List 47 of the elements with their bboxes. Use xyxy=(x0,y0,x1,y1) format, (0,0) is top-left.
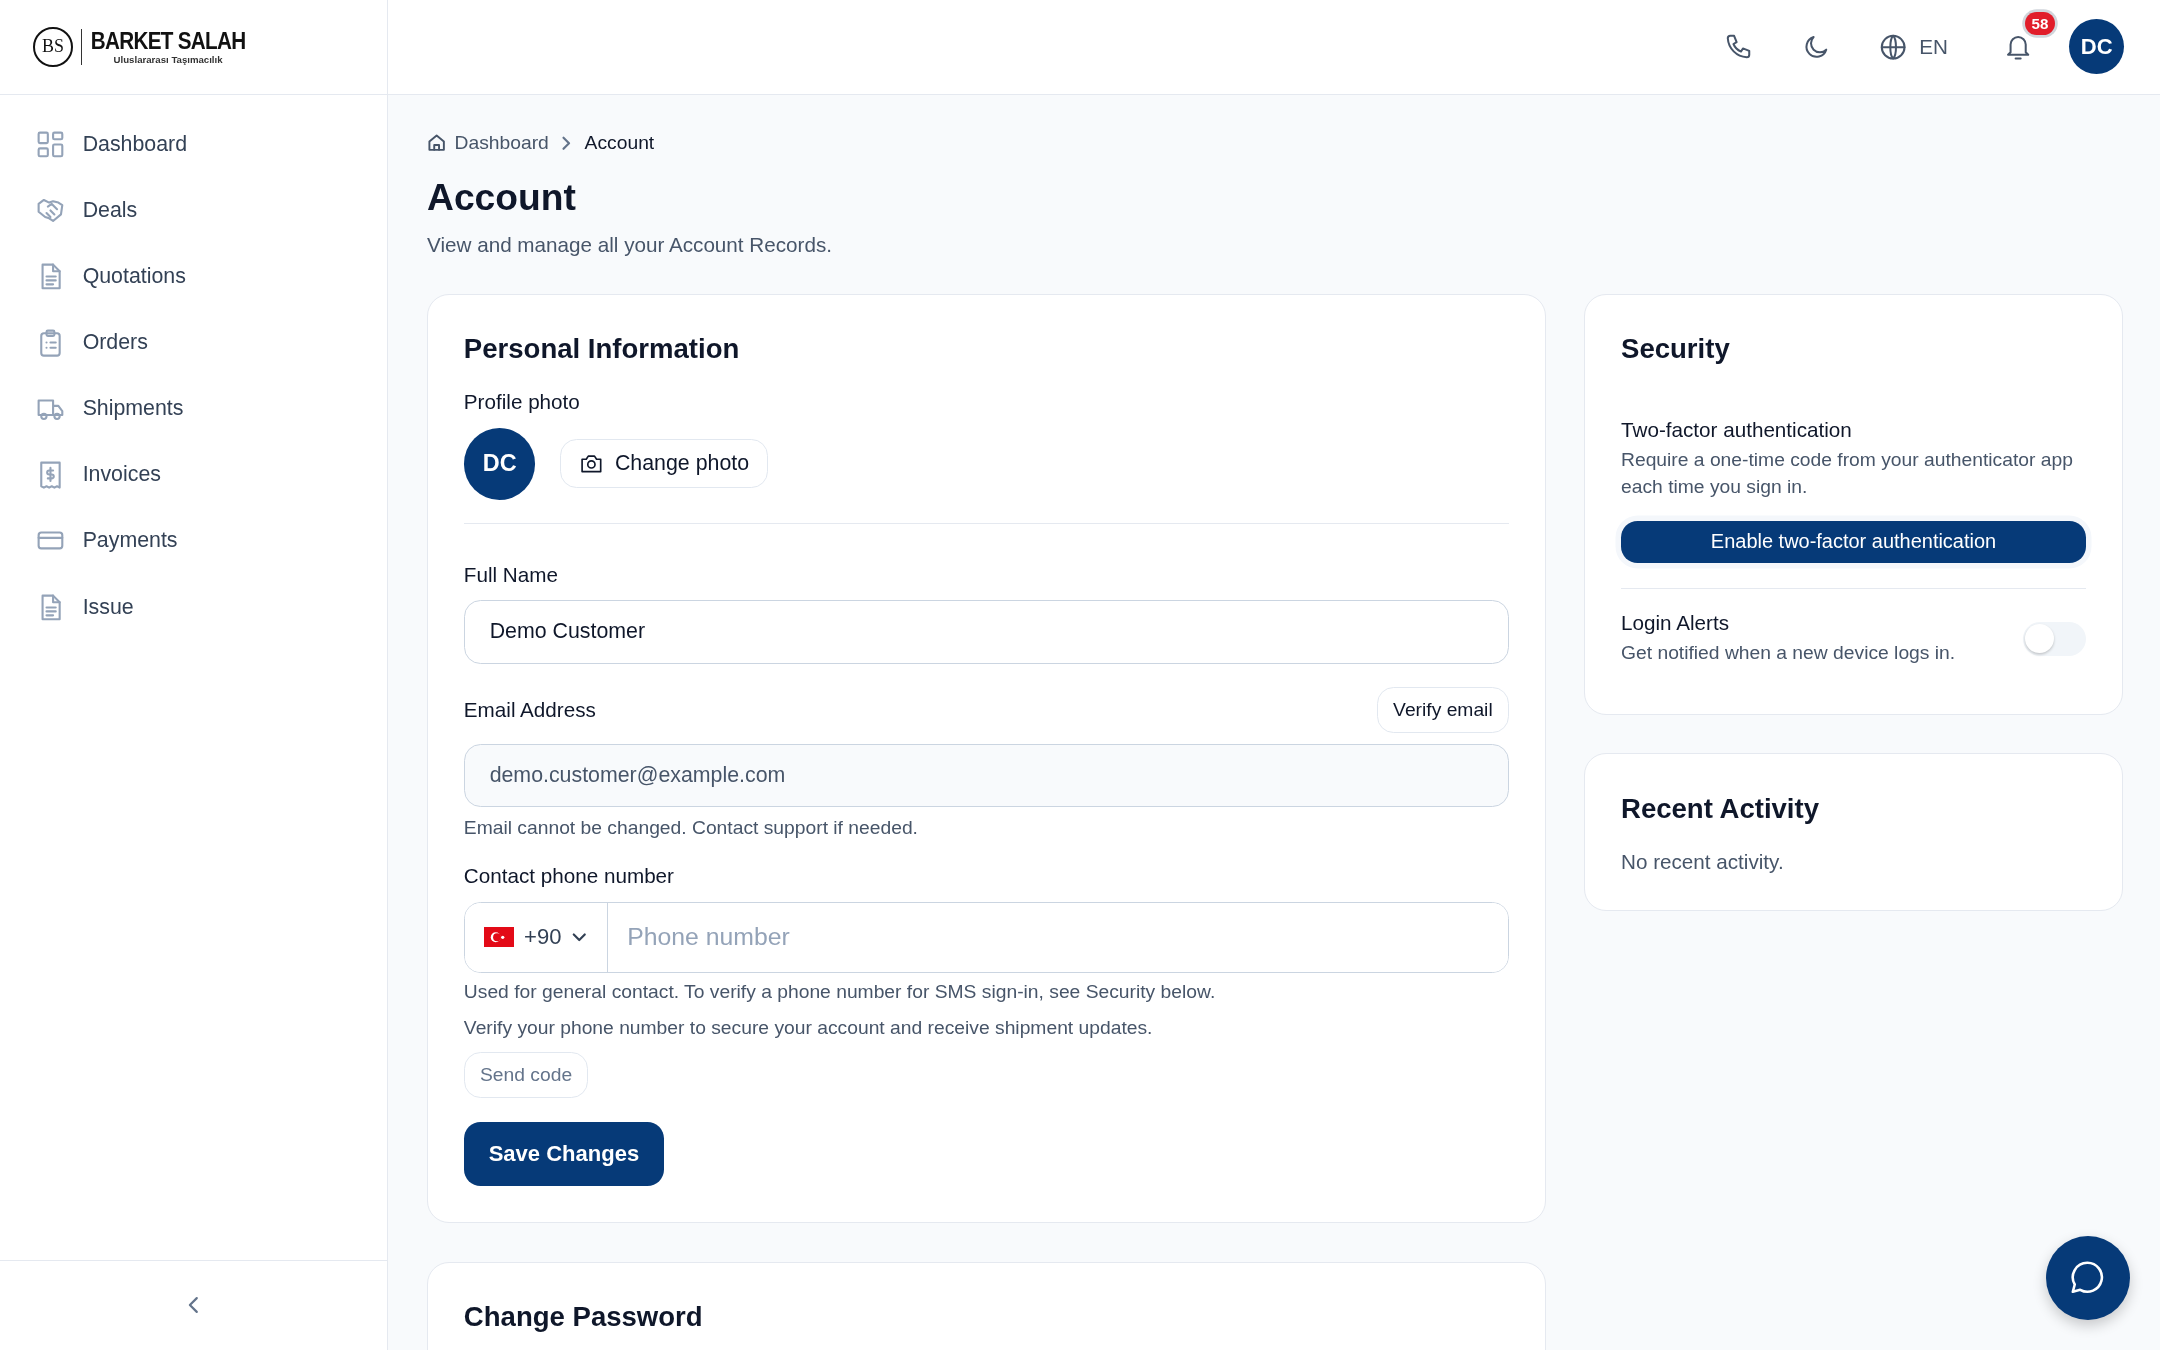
setting-description: Get notified when a new device logs in. xyxy=(1621,641,1956,666)
field-label: Email Address xyxy=(463,698,596,723)
sidebar-item[interactable]: Invoices xyxy=(19,447,369,503)
setting-title: Two-factor authentication xyxy=(1621,417,1853,442)
toggle-switch[interactable] xyxy=(2022,621,2086,657)
sidebar-item[interactable]: Shipments xyxy=(19,381,369,437)
breadcrumb-current: Account xyxy=(584,131,655,154)
card-title: Security xyxy=(1621,333,1731,366)
card-title: Personal Information xyxy=(463,333,741,366)
field-label: Contact phone number xyxy=(463,863,675,888)
change-photo-button[interactable]: Change photo xyxy=(560,439,768,489)
sidebar-item[interactable]: Quotations xyxy=(19,248,369,304)
verify-email-button[interactable]: Verify email xyxy=(1376,687,1509,734)
sidebar-item[interactable]: Issue xyxy=(19,579,369,635)
flag-icon xyxy=(484,926,515,948)
setting-title: Login Alerts xyxy=(1621,610,1730,635)
help-text: Email cannot be changed. Contact support if needed. xyxy=(463,817,919,840)
logo-mark: BS xyxy=(33,26,73,67)
notification-badge: 58 xyxy=(2024,12,2056,35)
sidebar-item[interactable]: Payments xyxy=(19,513,369,569)
home-icon xyxy=(427,133,447,153)
input-field[interactable]: Demo Customer xyxy=(463,600,1509,664)
dashboard-icon xyxy=(35,129,65,159)
country-code-select[interactable]: +90 xyxy=(464,902,608,972)
user-avatar[interactable]: DC xyxy=(2069,19,2125,75)
help-text: Verify your phone number to secure your account and receive shipment updates. xyxy=(463,1016,1154,1039)
sidebar-item[interactable]: Orders xyxy=(19,315,369,371)
phone-field[interactable]: +90 Phone number xyxy=(463,901,1509,973)
chat-button[interactable] xyxy=(2045,1235,2130,1320)
field-label: Profile photo xyxy=(463,390,581,415)
brand-tagline: Uluslararası Taşımacılık xyxy=(112,54,224,65)
help-text: Used for general contact. To verify a phone number for SMS sign-in, see Security below. xyxy=(463,980,1217,1003)
save-button[interactable]: Save Changes xyxy=(463,1121,665,1187)
sidebar-item[interactable]: Deals xyxy=(19,182,369,238)
card-title: Change Password xyxy=(463,1301,704,1334)
page-title: Account xyxy=(427,175,577,219)
input-field[interactable]: demo.customer@example.com xyxy=(463,744,1509,808)
setting-description: Require a one-time code from your authenticator app each time you sign in. xyxy=(1621,448,2074,500)
empty-state-text: No recent activity. xyxy=(1621,849,1785,874)
language-button[interactable]: EN xyxy=(1866,20,1959,73)
profile-avatar: DC xyxy=(463,427,536,500)
page-subtitle: View and manage all your Account Records. xyxy=(427,232,833,257)
breadcrumb-link[interactable]: Dashboard xyxy=(427,131,549,154)
sidebar-item[interactable]: Dashboard xyxy=(19,116,369,172)
brand-name: BARKET SALAH xyxy=(90,26,246,55)
field-label: Full Name xyxy=(463,562,559,587)
card-title: Recent Activity xyxy=(1621,793,1820,826)
